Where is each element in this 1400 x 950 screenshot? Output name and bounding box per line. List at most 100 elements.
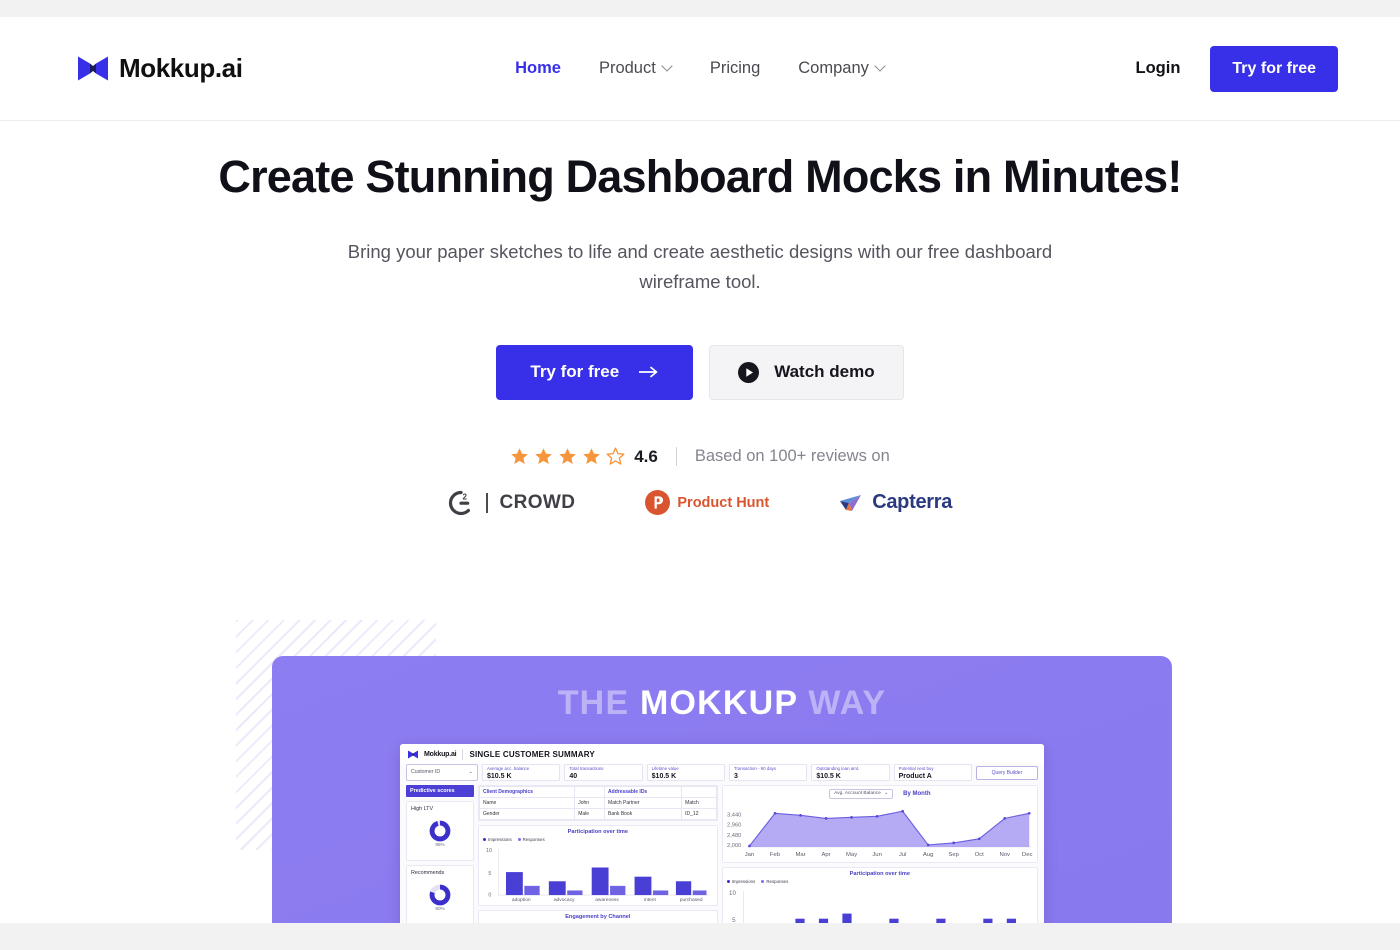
mokkup-logo-icon [408,750,418,759]
showcase-title-part-2: MOKKUP [639,683,798,722]
legend-item-responses: Responses [761,879,788,884]
chart-legend: Impressions Responses [726,879,1033,884]
customer-id-select-label: Customer ID [411,769,441,776]
site-navbar: Mokkup.ai Home Product Pricing Company L… [0,17,1400,121]
participation-by-month-chart: Participation over time Impressions Resp… [721,866,1038,923]
kpi-label: Total transactions [569,765,604,771]
chart-title: Engagement by Channel [565,914,631,921]
score-ring-wrap: 95% [411,812,469,856]
hero-try-for-free-label: Try for free [530,362,620,382]
table-cell: Male [574,807,606,820]
kpi-label: Average acc. balance [487,765,530,771]
kpi-value: Product A [898,772,932,780]
chevron-down-icon [663,62,672,71]
star-filled-icon [535,448,553,465]
svg-text:Dec: Dec [1022,852,1033,858]
svg-text:Mar: Mar [795,852,805,858]
hero-watch-demo-label: Watch demo [774,362,875,382]
hero-watch-demo-button[interactable]: Watch demo [709,344,904,400]
chevron-down-icon: ⌄ [468,769,473,776]
svg-text:adoption: adoption [512,897,531,903]
nav-item-company-label: Company [798,59,869,77]
dashboard-title: SINGLE CUSTOMER SUMMARY [469,749,595,759]
table-cell: Match Partner [604,796,683,809]
customer-id-select[interactable]: Customer ID ⌄ [406,763,478,781]
capterra-icon [840,494,862,511]
browser-canvas: Mokkup.ai Home Product Pricing Company L… [0,17,1400,923]
svg-text:2,960: 2,960 [727,822,741,828]
arrow-right-icon [639,366,658,378]
dashboard-middle-column: Client Demographics Addressable IDs Name… [478,784,718,923]
brand-name: Mokkup.ai [119,53,243,83]
table-cell: ID_12 [681,807,717,820]
svg-text:Sep: Sep [948,852,959,858]
table-cell: Match [681,796,717,809]
column-header: Client Demographics [478,785,576,798]
score-ring-wrap: 80% [411,876,469,920]
page-title: Create Stunning Dashboard Mocks in Minut… [218,151,1182,202]
metric-select[interactable]: Avg. Account Balance ⌄ [829,788,894,799]
g2-crowd-logo[interactable]: 2 CROWD [448,490,575,516]
chevron-down-icon: ⌄ [884,791,889,797]
area-chart-svg: 3,440 2,960 2,480 2,000 Jan Feb Mar Apr … [727,809,1033,858]
metric-select-label: Avg. Account Balance [834,791,881,797]
donut-gauge-icon [429,884,451,906]
rating-row: 4.6 Based on 100+ reviews on [0,447,1400,467]
table-cell: Gender [478,807,576,820]
column-header [574,785,606,798]
dashboard-header-divider [462,748,464,760]
chevron-down-icon [876,62,885,71]
nav-item-company[interactable]: Company [798,59,885,78]
page-bottom-strip [0,923,1400,950]
svg-text:3,440: 3,440 [727,812,741,818]
svg-text:advocacy: advocacy [554,897,575,903]
period-label: By Month [903,790,931,797]
legend-item-impressions: Impressions [726,879,755,884]
bar-chart-svg: 10 5 0 [729,890,1016,923]
nav-item-home[interactable]: Home [515,59,561,78]
g2-divider [485,492,488,513]
dashboard-header: Mokkup.ai SINGLE CUSTOMER SUMMARY [400,743,1044,764]
g2-crowd-icon: 2 [448,490,470,515]
kpi-card: Lifetime value $10.5 K [646,763,725,781]
kpi-value: $10.5 K [651,772,677,780]
table-cell: Name [478,796,576,809]
svg-text:Feb: Feb [770,852,781,858]
chart-title: Participation over time [567,828,628,835]
area-chart-header: Avg. Account Balance ⌄ By Month [727,788,1033,799]
product-hunt-icon [645,490,671,516]
nav-try-for-free-button[interactable]: Try for free [1210,45,1338,92]
rating-caption: Based on 100+ reviews on [694,447,890,466]
nav-actions: Login Try for free [1136,45,1338,92]
rating-divider [675,447,677,467]
kpi-label: Transaction - 90 days [733,765,777,771]
brand-logo[interactable]: Mokkup.ai [78,53,243,84]
product-hunt-logo[interactable]: Product Hunt [645,490,769,516]
score-card-high-ltv: High LTV 95% [406,800,474,861]
hero-section: Create Stunning Dashboard Mocks in Minut… [0,121,1400,516]
participation-by-stage-chart: Participation over time Impressions Resp… [478,824,718,907]
capterra-label: Capterra [872,491,953,514]
query-builder-button[interactable]: Query Builder [975,765,1038,780]
bar-chart-svg: 10 5 0 [486,848,710,903]
login-link[interactable]: Login [1136,59,1181,78]
engagement-by-channel-chart: Engagement by Channel 75 60 45 30 15 0 [478,910,718,923]
showcase-title-part-3: WAY [808,683,887,722]
showcase-panel: THE MOKKUP WAY Mokkup.ai SINGLE CUSTOMER… [272,655,1172,923]
chart-title: Participation over time [849,870,910,877]
svg-text:Jul: Jul [899,852,907,858]
star-filled-icon [559,448,577,465]
capterra-logo[interactable]: Capterra [839,491,952,514]
dashboard-kpi-row: Customer ID ⌄ Average acc. balance $10.5… [400,763,1044,781]
svg-text:intent: intent [644,897,657,903]
nav-item-product[interactable]: Product [599,59,672,78]
kpi-value: $10.5 K [816,772,841,780]
kpi-value: $10.5 K [487,772,512,780]
table-row: Name John Match Partner Match [478,796,717,809]
table-cell: Bank Book [604,807,683,820]
chart-legend: Impressions Responses [483,837,713,842]
hero-try-for-free-button[interactable]: Try for free [496,344,694,400]
mokkup-logo-icon [78,56,108,81]
svg-text:awareness: awareness [595,897,619,903]
nav-item-pricing[interactable]: Pricing [710,59,760,78]
